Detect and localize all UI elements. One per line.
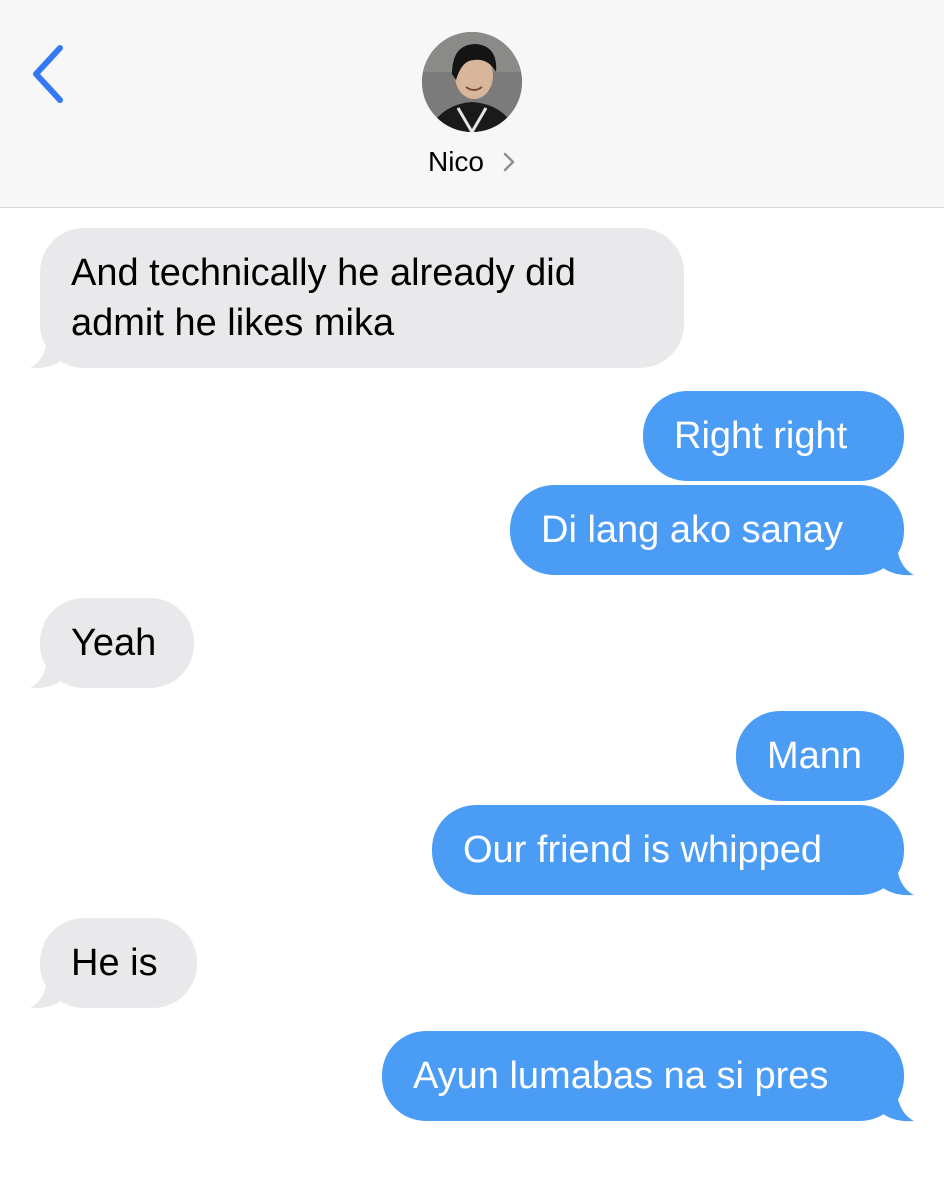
message-text: Right right [674,415,848,457]
message-bubble-incoming[interactable]: And technically he already did admit he … [40,228,684,368]
bubble-tail [30,649,66,689]
message-text: Our friend is whipped [463,829,823,871]
bubble-tail [878,1082,914,1122]
message-text: Ayun lumabas na si pres [413,1055,829,1097]
message-text: And technically he already did [71,252,576,294]
bubble-tail [878,536,914,576]
contact-name-button[interactable]: Nico [0,140,944,197]
chevron-right-icon [502,140,516,197]
message-text: admit he likes mika [71,302,395,344]
bubble-tail [30,969,66,1009]
message-bubble-outgoing[interactable]: Our friend is whipped [432,805,904,895]
chevron-left-icon [33,45,63,103]
message-bubble-outgoing[interactable]: Mann [736,711,904,801]
message-bubble-outgoing[interactable]: Ayun lumabas na si pres [382,1031,904,1121]
message-text: Mann [767,735,863,777]
message-bubble-outgoing[interactable]: Di lang ako sanay [510,485,904,575]
message-bubble-outgoing[interactable]: Right right [643,391,904,481]
message-text: Di lang ako sanay [541,509,844,551]
contact-photo [422,32,522,132]
message-text: He is [71,942,158,984]
bubble-tail [878,856,914,896]
bubble-tail [30,329,66,369]
conversation-header: Nico [0,0,944,208]
back-button[interactable] [22,40,82,110]
contact-name: Nico [427,146,484,177]
message-text: Yeah [71,622,157,664]
avatar[interactable] [422,32,522,132]
